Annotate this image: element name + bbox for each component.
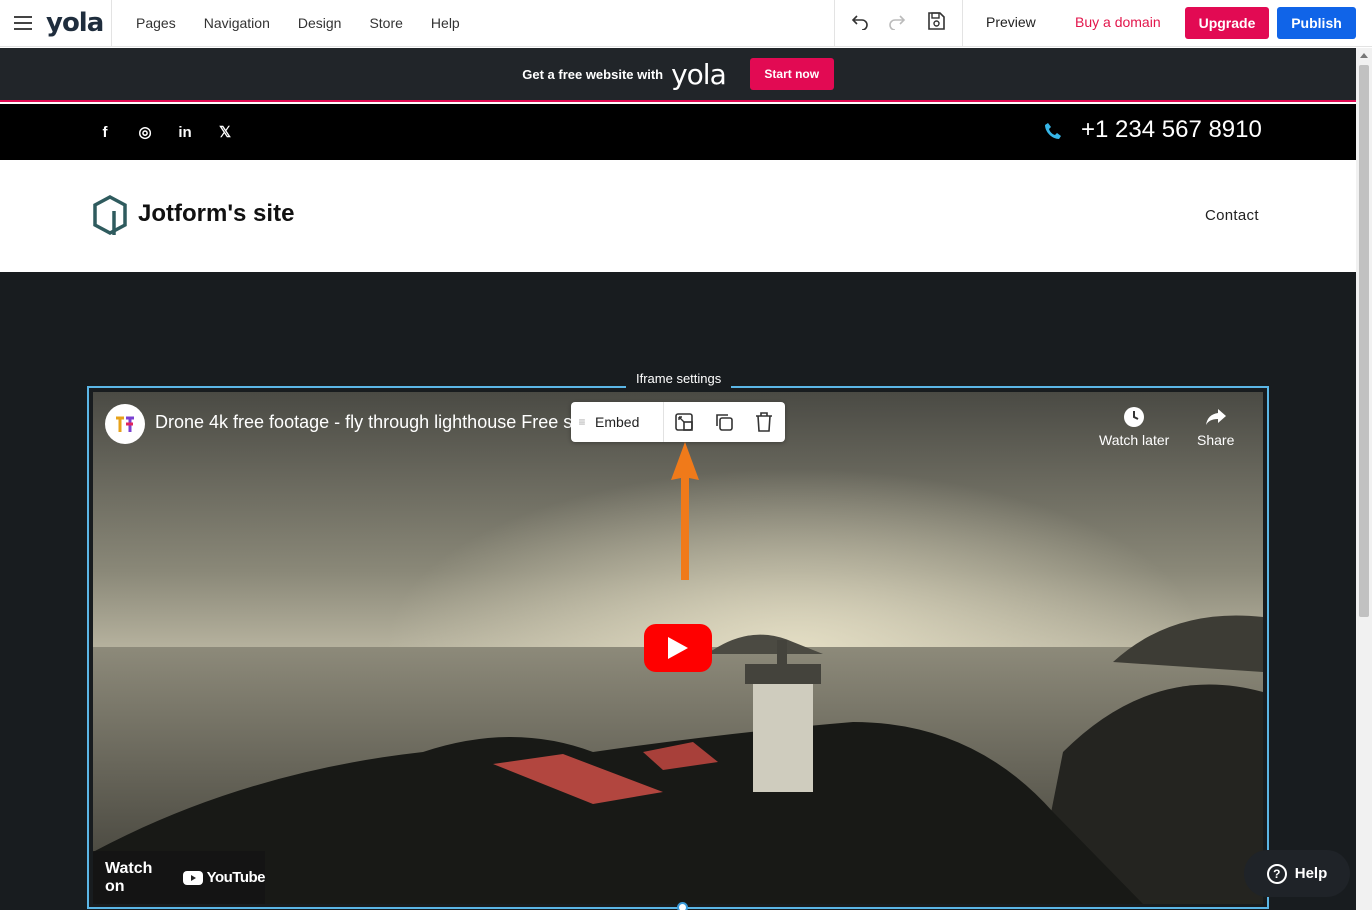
site-logo-icon[interactable]: [92, 195, 128, 242]
share-button[interactable]: Share: [1197, 402, 1234, 448]
youtube-logo-icon: [182, 870, 203, 885]
help-label: Help: [1294, 865, 1328, 882]
iframe-settings-label[interactable]: Iframe settings: [626, 367, 732, 389]
promo-logo: yola: [671, 57, 727, 91]
duplicate-icon[interactable]: [704, 402, 744, 442]
save-icon[interactable]: [926, 11, 946, 36]
nav-help[interactable]: Help: [417, 15, 474, 31]
facebook-icon[interactable]: f: [85, 124, 125, 141]
page-scrollbar[interactable]: [1356, 48, 1372, 910]
x-icon[interactable]: 𝕏: [205, 123, 245, 141]
watch-on-label: Watch on: [105, 859, 153, 895]
watch-later-button[interactable]: Watch later: [1099, 402, 1169, 448]
site-title[interactable]: Jotform's site: [138, 200, 294, 228]
nav-store[interactable]: Store: [355, 15, 416, 31]
nav-contact[interactable]: Contact: [1205, 207, 1259, 224]
block-type-label: Embed: [595, 414, 640, 430]
share-label: Share: [1197, 432, 1235, 448]
promo-text: Get a free website with: [522, 66, 664, 82]
upgrade-button[interactable]: Upgrade: [1185, 7, 1269, 39]
video-title[interactable]: Drone 4k free footage - fly through ligh…: [155, 412, 575, 433]
drag-handle-icon[interactable]: ≡: [571, 415, 593, 429]
editor-nav: Pages Navigation Design Store Help: [112, 0, 474, 47]
editor-top-bar: yola Pages Navigation Design Store Help …: [0, 0, 1372, 47]
orange-arrow-annotation: [671, 442, 699, 580]
delete-icon[interactable]: [744, 402, 784, 442]
menu-icon[interactable]: [0, 0, 46, 47]
help-button[interactable]: ? Help: [1244, 850, 1350, 897]
redo-icon[interactable]: [888, 12, 906, 35]
history-tools: [834, 0, 963, 47]
scroll-up-icon[interactable]: [1360, 53, 1368, 58]
nav-design[interactable]: Design: [284, 15, 356, 31]
instagram-icon[interactable]: ◎: [125, 123, 165, 141]
youtube-wordmark: YouTube: [206, 869, 266, 886]
block-toolbar: ≡ Embed: [571, 402, 785, 442]
clock-icon: [1099, 402, 1169, 432]
play-button[interactable]: [644, 624, 712, 672]
nav-pages[interactable]: Pages: [122, 15, 190, 31]
phone-number[interactable]: +1 234 567 8910: [1081, 116, 1262, 144]
buy-domain-link[interactable]: Buy a domain: [1075, 14, 1161, 30]
resize-handle[interactable]: [677, 902, 688, 910]
site-header: Jotform's site Contact: [0, 160, 1356, 272]
share-icon: [1197, 402, 1234, 432]
undo-icon[interactable]: [851, 12, 869, 35]
phone-icon: [1044, 122, 1062, 145]
social-icons: f ◎ in 𝕏: [85, 104, 245, 160]
help-icon: ?: [1266, 863, 1287, 884]
iframe-settings-icon[interactable]: [664, 402, 704, 442]
start-now-button[interactable]: Start now: [749, 58, 834, 90]
linkedin-icon[interactable]: in: [165, 124, 205, 141]
preview-button[interactable]: Preview: [986, 14, 1036, 30]
publish-button[interactable]: Publish: [1277, 7, 1356, 39]
watch-later-label: Watch later: [1099, 432, 1170, 448]
yola-logo[interactable]: yola: [46, 0, 112, 47]
nav-navigation[interactable]: Navigation: [190, 15, 284, 31]
scroll-thumb[interactable]: [1359, 65, 1369, 617]
channel-avatar[interactable]: [105, 404, 145, 444]
promo-banner: Get a free website with yola Start now: [0, 48, 1356, 102]
watch-on-youtube-button[interactable]: Watch on YouTube: [93, 851, 266, 904]
